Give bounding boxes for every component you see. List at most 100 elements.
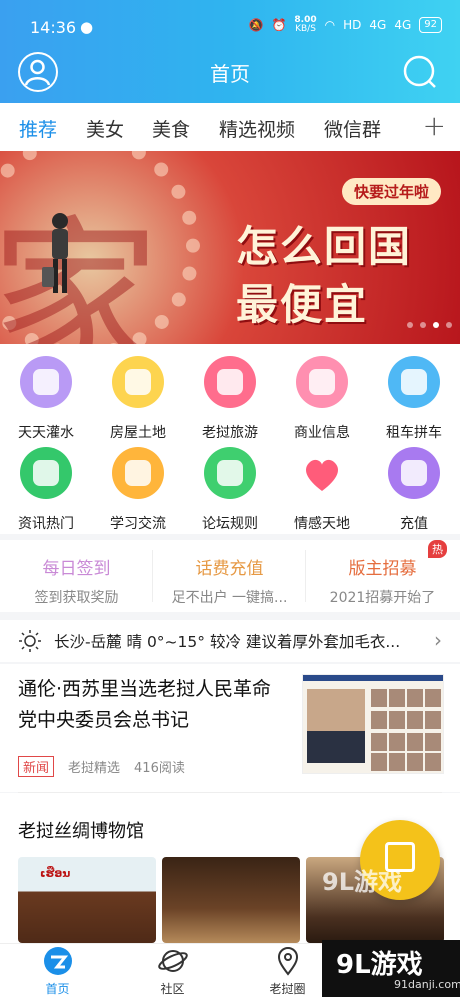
moderator-card[interactable]: 版主招募 2021招募开始了 热 — [306, 540, 459, 612]
card-subtitle: 足不出户 一键搞... — [171, 590, 288, 606]
grid-item-study[interactable]: 学习交流 — [92, 447, 184, 533]
grid-label: 租车拼车 — [386, 425, 442, 441]
watermark-text: 9L游戏 — [336, 950, 423, 980]
grid-item-rules[interactable]: 论坛规则 — [184, 447, 276, 533]
card-title: 每日签到 — [42, 559, 111, 579]
tab-label: 首页 — [45, 982, 70, 996]
grid-item-water[interactable]: 天天灌水 — [0, 356, 92, 442]
feature-cards: 每日签到 签到获取奖励 话费充值 足不出户 一键搞... 版主招募 2021招募… — [0, 540, 460, 612]
museum-photo-1[interactable]: ເຮືອນ — [18, 857, 156, 943]
tab-community[interactable]: 社区 — [115, 944, 230, 997]
promo-banner[interactable]: 家 快要过年啦 怎么回国 最便宜 — [0, 151, 460, 344]
carousel-dots — [407, 322, 452, 328]
grid-item-housing[interactable]: 房屋土地 — [92, 356, 184, 442]
mute-icon: 🔕 — [248, 18, 264, 32]
section-title: 老挝丝绸博物馆 — [18, 821, 144, 842]
grid-item-emotion[interactable]: 情感天地 — [276, 447, 368, 533]
tab-food[interactable]: 美食 — [152, 115, 190, 142]
heart-icon — [296, 447, 348, 499]
news-source: 老挝精选 — [68, 761, 121, 776]
tab-videos[interactable]: 精选视频 — [219, 115, 295, 142]
tab-beauty[interactable]: 美女 — [86, 115, 124, 142]
grid-label: 天天灌水 — [18, 425, 74, 441]
grid-label: 老挝旅游 — [202, 425, 258, 441]
news-thumbnail — [302, 674, 444, 774]
banner-headline-2: 最便宜 — [236, 280, 369, 329]
signal-2: 4G — [394, 18, 412, 32]
search-button[interactable] — [402, 54, 438, 90]
target-icon — [204, 447, 256, 499]
planet-icon — [20, 447, 72, 499]
carousel-dot — [420, 322, 426, 328]
checkin-card[interactable]: 每日签到 签到获取奖励 — [0, 540, 153, 612]
news-badge: 新闻 — [18, 756, 55, 777]
traveler-illustration — [42, 213, 68, 293]
status-icons: 🔕 ⏰ 8.00 KB/S ◠ HD 4G 4G 92 — [249, 16, 442, 34]
hd-label: HD — [343, 18, 362, 32]
tab-label: 社区 — [160, 982, 185, 996]
battery-icon: 92 — [419, 17, 442, 33]
site-watermark: 9L游戏 91danji.com — [322, 940, 460, 997]
car-icon — [388, 356, 440, 408]
home-logo-icon — [43, 947, 72, 975]
shopping-bag-icon — [388, 447, 440, 499]
signal-1: 4G — [369, 18, 387, 32]
carousel-dot — [407, 322, 413, 328]
grid-label: 资讯热门 — [18, 516, 74, 532]
tab-recommend[interactable]: 推荐 — [19, 115, 57, 142]
hot-badge: 热 — [428, 540, 447, 558]
chevron-right-icon: › — [434, 628, 442, 652]
grid-item-carpool[interactable]: 租车拼车 — [368, 356, 460, 442]
museum-photo-2[interactable] — [162, 857, 300, 943]
category-grid: 天天灌水 房屋土地 老挝旅游 商业信息 租车拼车 资讯热门 学习交流 论坛规则 … — [0, 344, 460, 534]
banner-character: 家 — [0, 201, 161, 344]
palm-tree-icon — [204, 356, 256, 408]
news-item[interactable]: 通伦·西苏里当选老挝人民革命党中央委员会总书记 新闻 老挝精选 416阅读 — [0, 664, 460, 792]
grid-label: 充值 — [400, 516, 428, 532]
news-title: 通伦·西苏里当选老挝人民革命党中央委员会总书记 — [18, 678, 272, 731]
add-tab-button[interactable]: + — [423, 109, 446, 142]
category-tabs: 推荐 美女 美食 精选视频 微信群 + — [0, 103, 460, 151]
grid-label: 商业信息 — [294, 425, 350, 441]
watermark-overlay: 9L游戏 — [322, 868, 402, 896]
tab-home[interactable]: 首页 — [0, 944, 115, 997]
news-reads: 416阅读 — [134, 761, 185, 776]
grid-label: 学习交流 — [110, 516, 166, 532]
sun-icon — [19, 630, 41, 652]
carousel-dot-active — [433, 322, 439, 328]
status-bar: 14:36 ● 🔕 ⏰ 8.00 KB/S ◠ HD 4G 4G 92 — [0, 0, 460, 50]
status-time: 14:36 — [30, 18, 77, 37]
planet-icon — [157, 950, 188, 972]
top-app-bar: 14:36 ● 🔕 ⏰ 8.00 KB/S ◠ HD 4G 4G 92 首页 — [0, 0, 460, 103]
card-subtitle: 2021招募开始了 — [329, 590, 436, 606]
banner-headline-1: 怎么回国 — [236, 222, 413, 271]
watermark-url: 91danji.com — [394, 978, 460, 991]
card-subtitle: 签到获取奖励 — [34, 590, 119, 606]
grid-item-news[interactable]: 资讯热门 — [0, 447, 92, 533]
grid-item-travel[interactable]: 老挝旅游 — [184, 356, 276, 442]
calendar-icon — [112, 447, 164, 499]
grid-label: 情感天地 — [294, 516, 350, 532]
recharge-card[interactable]: 话费充值 足不出户 一键搞... — [153, 540, 306, 612]
tab-wechat-groups[interactable]: 微信群 — [324, 115, 381, 142]
building-icon — [112, 356, 164, 408]
net-speed: 8.00 KB/S — [294, 15, 317, 34]
grid-label: 论坛规则 — [202, 516, 258, 532]
grid-label: 房屋土地 — [110, 425, 166, 441]
search-icon — [403, 55, 436, 88]
photo-caption: ເຮືອນ — [40, 867, 71, 880]
grid-item-business[interactable]: 商业信息 — [276, 356, 368, 442]
alarm-icon: ⏰ — [271, 18, 287, 32]
carousel-dot — [446, 322, 452, 328]
microphone-icon — [20, 356, 72, 408]
grid-item-recharge[interactable]: 充值 — [368, 447, 460, 533]
heart-message-icon — [296, 356, 348, 408]
banner-tag: 快要过年啦 — [342, 178, 442, 205]
location-pin-icon — [277, 947, 298, 976]
weather-text: 长沙-岳麓 晴 0°~15° 较冷 建议着厚外套加毛衣... — [54, 633, 401, 651]
wechat-icon: ● — [80, 18, 94, 36]
news-meta: 新闻 老挝精选 416阅读 — [18, 756, 185, 777]
page-title: 首页 — [210, 62, 250, 86]
wifi-icon: ◠ — [324, 18, 336, 32]
weather-bar[interactable]: 长沙-岳麓 晴 0°~15° 较冷 建议着厚外套加毛衣... › — [0, 620, 460, 662]
